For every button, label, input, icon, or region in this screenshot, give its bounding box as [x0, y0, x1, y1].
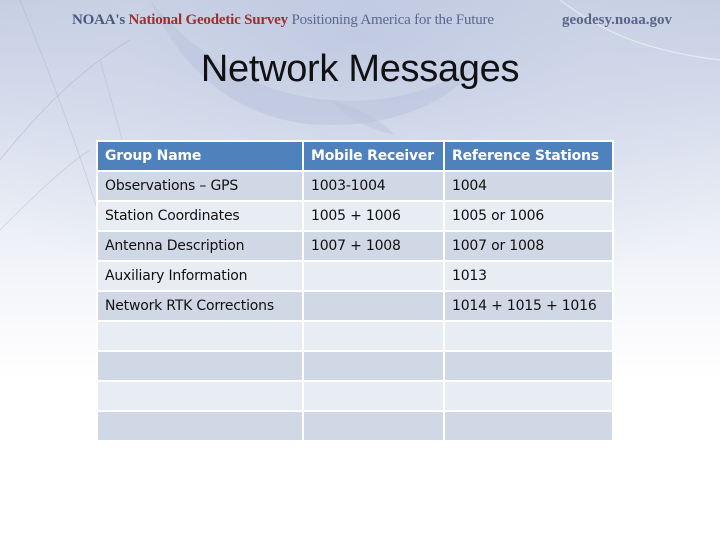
- tagline: Positioning America for the Future: [291, 12, 494, 28]
- cell-reference-stations: [443, 410, 614, 442]
- cell-mobile-receiver: 1005 + 1006: [302, 200, 445, 232]
- cell-reference-stations: [443, 380, 614, 412]
- table-row: [96, 380, 614, 412]
- table-row: [96, 320, 614, 352]
- table-row: [96, 410, 614, 442]
- cell-reference-stations: [443, 320, 614, 352]
- noaa-label: NOAA's: [72, 12, 125, 28]
- org-banner: NOAA's National Geodetic Survey Position…: [72, 12, 494, 29]
- network-messages-table: Group Name Mobile Receiver Reference Sta…: [96, 140, 614, 442]
- cell-mobile-receiver: [302, 350, 445, 382]
- column-header-mobile-receiver: Mobile Receiver: [302, 140, 445, 172]
- cell-mobile-receiver: 1003-1004: [302, 170, 445, 202]
- table-row: Antenna Description 1007 + 1008 1007 or …: [96, 230, 614, 262]
- table-row: [96, 350, 614, 382]
- cell-mobile-receiver: [302, 410, 445, 442]
- cell-group-name: Antenna Description: [96, 230, 304, 262]
- cell-group-name: [96, 380, 304, 412]
- cell-mobile-receiver: 1007 + 1008: [302, 230, 445, 262]
- header-banner: NOAA's National Geodetic Survey Position…: [0, 0, 720, 44]
- column-header-reference-stations: Reference Stations: [443, 140, 614, 172]
- cell-group-name: [96, 350, 304, 382]
- cell-mobile-receiver: [302, 260, 445, 292]
- table-row: Network RTK Corrections 1014 + 1015 + 10…: [96, 290, 614, 322]
- cell-group-name: [96, 320, 304, 352]
- cell-reference-stations: 1004: [443, 170, 614, 202]
- table-row: Station Coordinates 1005 + 1006 1005 or …: [96, 200, 614, 232]
- cell-mobile-receiver: [302, 320, 445, 352]
- cell-group-name: Auxiliary Information: [96, 260, 304, 292]
- cell-mobile-receiver: [302, 290, 445, 322]
- cell-group-name: Observations – GPS: [96, 170, 304, 202]
- cell-group-name: Network RTK Corrections: [96, 290, 304, 322]
- ngs-name: National Geodetic Survey: [128, 12, 289, 28]
- cell-reference-stations: [443, 350, 614, 382]
- cell-reference-stations: 1013: [443, 260, 614, 292]
- table-row: Auxiliary Information 1013: [96, 260, 614, 292]
- cell-group-name: [96, 410, 304, 442]
- cell-reference-stations: 1014 + 1015 + 1016: [443, 290, 614, 322]
- cell-group-name: Station Coordinates: [96, 200, 304, 232]
- cell-reference-stations: 1005 or 1006: [443, 200, 614, 232]
- website-url: geodesy.noaa.gov: [562, 12, 673, 28]
- column-header-group-name: Group Name: [96, 140, 304, 172]
- slide-title: Network Messages: [200, 48, 520, 90]
- cell-reference-stations: 1007 or 1008: [443, 230, 614, 262]
- table-header-row: Group Name Mobile Receiver Reference Sta…: [96, 140, 614, 172]
- table-row: Observations – GPS 1003-1004 1004: [96, 170, 614, 202]
- cell-mobile-receiver: [302, 380, 445, 412]
